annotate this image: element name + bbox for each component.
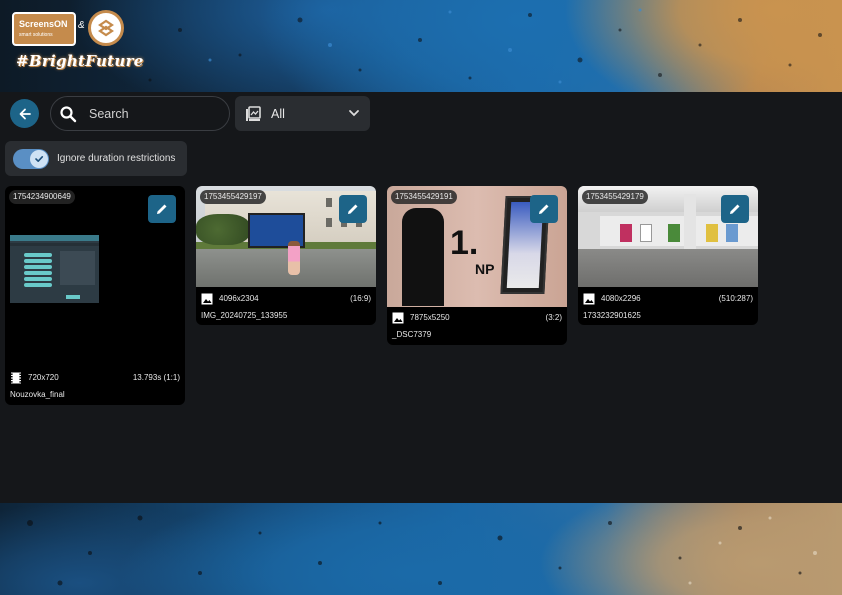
top-banner: [0, 0, 842, 92]
film-icon: [11, 372, 21, 384]
edit-button[interactable]: [721, 195, 749, 223]
media-meta: 4096x2304 (16:9): [196, 292, 376, 306]
media-aspect-ratio: (510:287): [718, 294, 753, 303]
media-aspect-ratio: (16:9): [350, 294, 371, 303]
ignore-duration-toggle[interactable]: [13, 148, 49, 169]
media-card[interactable]: 1753455429179 4080x2296 (510:287) 173323…: [578, 186, 758, 325]
image-icon: [201, 293, 213, 305]
media-filename: _DSC7379: [392, 330, 432, 339]
image-icon: [583, 293, 595, 305]
media-dimensions: 7875x5250: [410, 313, 450, 322]
brand-logo: ScreensON smart solutions & #BrightFutur…: [12, 10, 143, 76]
pencil-icon: [348, 204, 358, 214]
media-id-badge: 1753455429179: [582, 190, 648, 204]
media-type-selected: All: [271, 106, 285, 121]
search-input[interactable]: [89, 106, 219, 121]
banner-splatter: [148, 8, 822, 84]
media-card[interactable]: 1754234900649 720x720 13.793s (1:1) Nouz…: [5, 186, 185, 405]
pencil-icon: [730, 204, 740, 214]
pencil-icon: [157, 204, 167, 214]
media-aspect-ratio: (3:2): [545, 313, 562, 322]
media-filename: 1733232901625: [583, 311, 641, 320]
media-library-icon: [246, 105, 261, 121]
media-dimensions: 4096x2304: [219, 294, 259, 303]
banner-splatter: [27, 515, 817, 586]
check-icon: [35, 155, 44, 162]
media-card[interactable]: 1. NP 1753455429191 7875x5250 (3:2) _DSC…: [387, 186, 567, 345]
media-meta: 7875x5250 (3:2): [387, 311, 567, 325]
ignore-duration-chip: Ignore duration restrictions: [5, 141, 187, 176]
pencil-icon: [539, 204, 549, 214]
media-dimensions: 4080x2296: [601, 294, 641, 303]
logo-tagline: #BrightFuture: [16, 52, 144, 70]
media-dimensions: 720x720: [28, 373, 59, 382]
ignore-duration-label: Ignore duration restrictions: [57, 153, 176, 164]
media-meta: 720x720 13.793s (1:1): [5, 371, 185, 385]
logo-ampersand: &: [78, 20, 85, 31]
bottom-banner: [0, 503, 842, 595]
chevron-down-icon: [349, 110, 359, 117]
media-filename: IMG_20240725_133955: [201, 311, 288, 320]
media-duration-ratio: 13.793s (1:1): [132, 373, 180, 382]
edit-button[interactable]: [148, 195, 176, 223]
media-id-badge: 1753455429197: [200, 190, 266, 204]
back-button[interactable]: [10, 99, 39, 128]
media-id-badge: 1754234900649: [9, 190, 75, 204]
screenson-logo-box: ScreensON smart solutions: [12, 12, 76, 46]
search-field[interactable]: [50, 96, 230, 131]
media-meta: 4080x2296 (510:287): [578, 292, 758, 306]
media-card[interactable]: 1753455429197 4096x2304 (16:9) IMG_20240…: [196, 186, 376, 325]
media-type-select[interactable]: All: [235, 96, 370, 131]
toggle-knob: [30, 149, 48, 168]
media-id-badge: 1753455429191: [391, 190, 457, 204]
search-icon: [60, 105, 77, 122]
brand-name: ScreensON: [19, 19, 68, 29]
video-thumbnail: [10, 235, 99, 303]
arrow-left-icon: [19, 108, 31, 119]
media-library-page: ScreensON smart solutions & #BrightFutur…: [0, 0, 842, 595]
brand-sub: smart solutions: [19, 32, 53, 38]
edit-button[interactable]: [339, 195, 367, 223]
emblem-icon: [88, 10, 124, 46]
image-icon: [392, 312, 404, 324]
media-filename: Nouzovka_final: [10, 390, 65, 399]
edit-button[interactable]: [530, 195, 558, 223]
